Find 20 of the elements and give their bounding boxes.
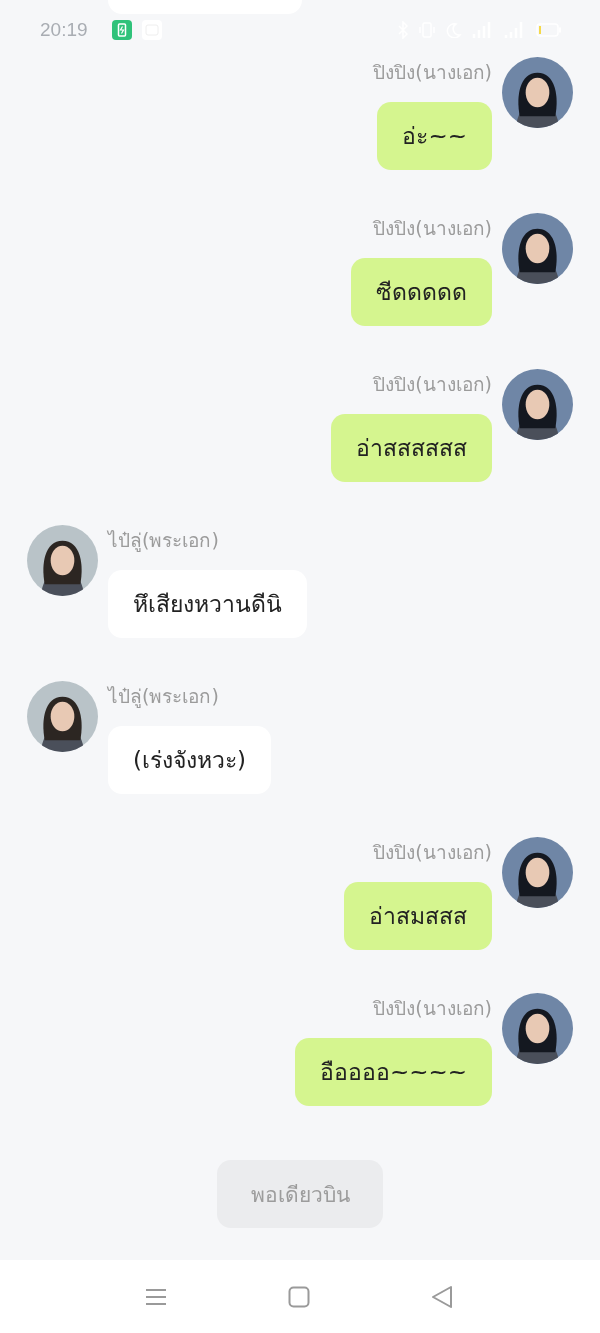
clock-time: 20:19 [40, 19, 88, 41]
message-bubble: อ่าสมสสส [344, 882, 492, 950]
sender-name: ปิงปิง(นางเอก) [373, 216, 492, 241]
sender-name: ไป๋ลู่(พระเอก) [108, 528, 219, 554]
sender-name: ปิงปิง(นางเอก) [373, 840, 492, 865]
message-bubble: อืออออ~~~~ [294, 1038, 492, 1106]
sender-name: ปิงปิง(นางเอก) [373, 372, 492, 397]
message-bubble: (เร่งจังหวะ) [108, 726, 271, 794]
sender-name: ปิงปิง(นางเอก) [373, 60, 492, 85]
back-icon[interactable] [431, 1284, 453, 1309]
home-icon[interactable] [288, 1285, 310, 1308]
message-bubble: อ่ะ~~ [377, 102, 492, 170]
sender-name: ไป๋ลู่(พระเอก) [108, 684, 219, 710]
sender-name: ปิงปิง(นางเอก) [373, 996, 492, 1021]
message-bubble: อ่าสสสสสส [331, 414, 492, 482]
menu-icon[interactable] [145, 1287, 167, 1306]
battery-icon [536, 22, 562, 38]
message-bubble: หึเสียงหวานดีนิ [108, 570, 307, 638]
battery-saver-icon [111, 20, 132, 40]
message-bubble: ซีดดดดด [351, 258, 492, 326]
